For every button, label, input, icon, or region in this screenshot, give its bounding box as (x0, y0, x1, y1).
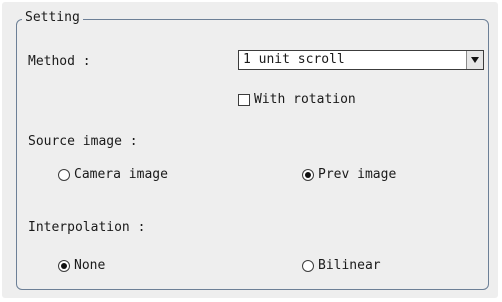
source-image-label: Source image : (28, 134, 138, 149)
none-label[interactable]: None (74, 258, 105, 274)
with-rotation-label[interactable]: With rotation (254, 92, 356, 108)
with-rotation-checkbox[interactable] (238, 94, 250, 106)
chevron-down-icon[interactable] (466, 51, 483, 69)
setting-panel: Setting Method : 1 unit scroll With rota… (2, 2, 498, 298)
method-label: Method : (28, 54, 91, 69)
bilinear-radio[interactable] (302, 260, 314, 272)
none-radio[interactable] (58, 260, 70, 272)
bilinear-label[interactable]: Bilinear (318, 258, 381, 274)
setting-group-legend: Setting (22, 10, 83, 26)
method-select[interactable]: 1 unit scroll (238, 50, 484, 70)
camera-image-label[interactable]: Camera image (74, 167, 168, 183)
prev-image-label[interactable]: Prev image (318, 167, 396, 183)
method-select-value: 1 unit scroll (243, 52, 345, 67)
camera-image-radio[interactable] (58, 169, 70, 181)
interpolation-label: Interpolation : (28, 220, 146, 235)
prev-image-radio[interactable] (302, 169, 314, 181)
